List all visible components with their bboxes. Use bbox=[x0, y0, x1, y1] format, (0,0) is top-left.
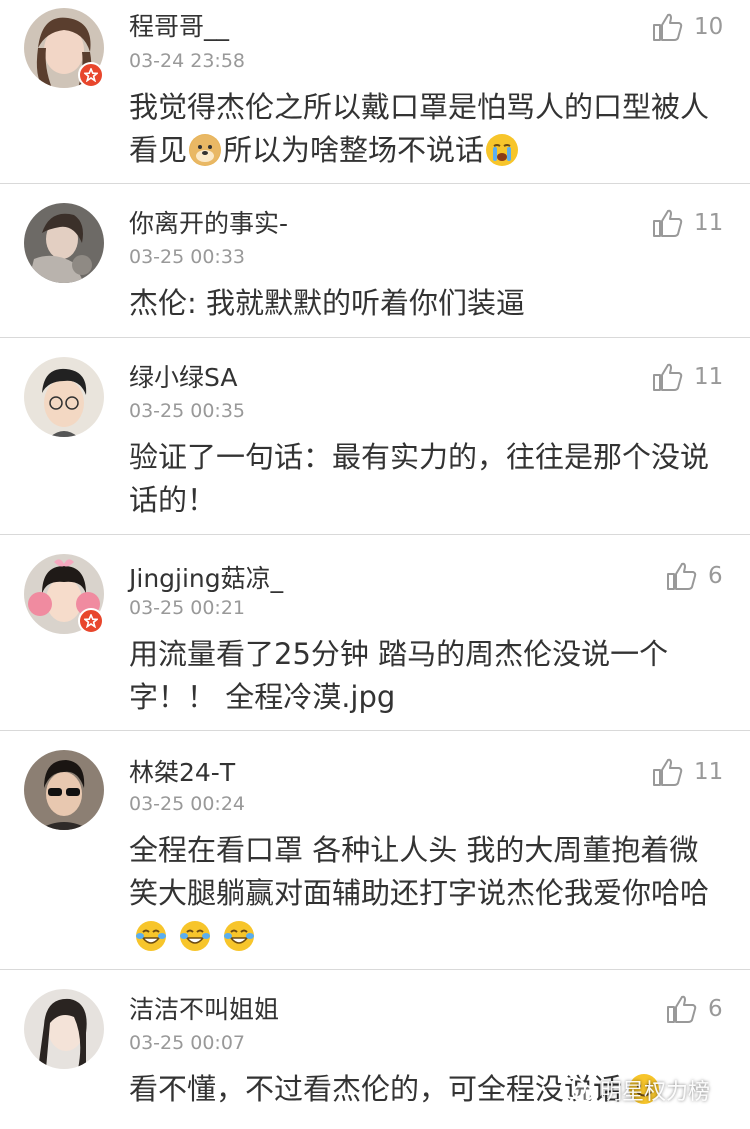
comment-text-part: 所以为啥整场不说话 bbox=[223, 133, 485, 167]
like-count: 11 bbox=[694, 210, 724, 236]
comment-item: Jingjing菇凉_ 03-25 00:21 6 用流量看了25分钟 踏马的周… bbox=[0, 535, 750, 731]
like-count: 11 bbox=[694, 364, 724, 390]
like-button[interactable]: 6 bbox=[666, 994, 723, 1024]
avatar[interactable] bbox=[24, 750, 104, 830]
avatar[interactable] bbox=[24, 989, 104, 1069]
comment-text: 杰伦: 我就默默的听着你们装逼 bbox=[129, 286, 525, 320]
thumbs-up-icon bbox=[653, 363, 683, 391]
timestamp: 03-25 00:21 bbox=[129, 597, 246, 619]
tears-of-joy-emoji bbox=[179, 920, 211, 952]
wechat-icon bbox=[560, 1077, 594, 1102]
username[interactable]: 你离开的事实- bbox=[129, 204, 288, 240]
verified-badge-icon bbox=[78, 62, 104, 88]
like-button[interactable]: 11 bbox=[652, 757, 723, 787]
verified-badge-icon bbox=[78, 608, 104, 634]
username[interactable]: 林桀24-T bbox=[129, 753, 235, 789]
like-count: 11 bbox=[694, 759, 724, 785]
like-count: 6 bbox=[708, 996, 723, 1022]
timestamp: 03-25 00:07 bbox=[129, 1032, 246, 1054]
comment-text: 用流量看了25分钟 踏马的周杰伦没说一个字！！ 全程冷漠.jpg bbox=[129, 637, 669, 714]
thumbs-up-icon bbox=[653, 13, 683, 41]
avatar[interactable] bbox=[24, 357, 104, 437]
username[interactable]: 绿小绿SA bbox=[129, 358, 237, 394]
comment-text: 我觉得杰伦之所以戴口罩是怕骂人的口型被人看见 所以为啥整场不说话 bbox=[129, 86, 709, 172]
doge-emoji bbox=[189, 134, 222, 166]
comment-text-part: 看不懂，不过看杰伦的，可全程没说话 bbox=[129, 1072, 623, 1106]
comment-text: 验证了一句话：最有实力的，往往是那个没说话的！ bbox=[129, 440, 710, 517]
username[interactable]: 洁洁不叫姐姐 bbox=[129, 990, 279, 1026]
timestamp: 03-25 00:33 bbox=[129, 246, 246, 268]
avatar[interactable] bbox=[24, 203, 104, 283]
comment-item: 绿小绿SA 03-25 00:35 11 验证了一句话：最有实力的，往往是那个没… bbox=[0, 338, 750, 535]
username[interactable]: 程哥哥__ bbox=[129, 7, 229, 43]
timestamp: 03-24 23:58 bbox=[129, 50, 246, 72]
comment-item: 你离开的事实- 03-25 00:33 11 杰伦: 我就默默的听着你们装逼 bbox=[0, 184, 750, 338]
like-button[interactable]: 11 bbox=[652, 362, 723, 392]
watermark-text: 明星权力榜 bbox=[600, 1080, 711, 1105]
watermark: 明星权力榜 bbox=[560, 1074, 710, 1106]
thumbs-up-icon bbox=[653, 758, 683, 786]
thumbs-up-icon bbox=[667, 995, 697, 1023]
like-count: 6 bbox=[708, 563, 723, 589]
like-count: 10 bbox=[694, 14, 724, 40]
crying-face-emoji bbox=[486, 134, 519, 166]
timestamp: 03-25 00:24 bbox=[129, 793, 246, 815]
tears-of-joy-emoji bbox=[223, 920, 255, 952]
thumbs-up-icon bbox=[667, 562, 697, 590]
comment-item: 程哥哥__ 03-24 23:58 10 我觉得杰伦之所以戴口罩是怕骂人的口型被… bbox=[0, 0, 750, 184]
like-button[interactable]: 10 bbox=[652, 12, 723, 42]
tears-of-joy-emoji bbox=[135, 920, 167, 952]
comment-item: 林桀24-T 03-25 00:24 11 全程在看口罩 各种让人头 我的大周董… bbox=[0, 731, 750, 970]
username[interactable]: Jingjing菇凉_ bbox=[129, 559, 283, 595]
thumbs-up-icon bbox=[653, 209, 683, 237]
like-button[interactable]: 11 bbox=[652, 208, 723, 238]
comment-text-part: 全程在看口罩 各种让人头 我的大周董抱着微笑大腿躺赢对面辅助还打字说杰伦我爱你哈… bbox=[129, 833, 710, 910]
like-button[interactable]: 6 bbox=[666, 561, 723, 591]
timestamp: 03-25 00:35 bbox=[129, 400, 246, 422]
comment-text: 全程在看口罩 各种让人头 我的大周董抱着微笑大腿躺赢对面辅助还打字说杰伦我爱你哈… bbox=[129, 829, 709, 958]
